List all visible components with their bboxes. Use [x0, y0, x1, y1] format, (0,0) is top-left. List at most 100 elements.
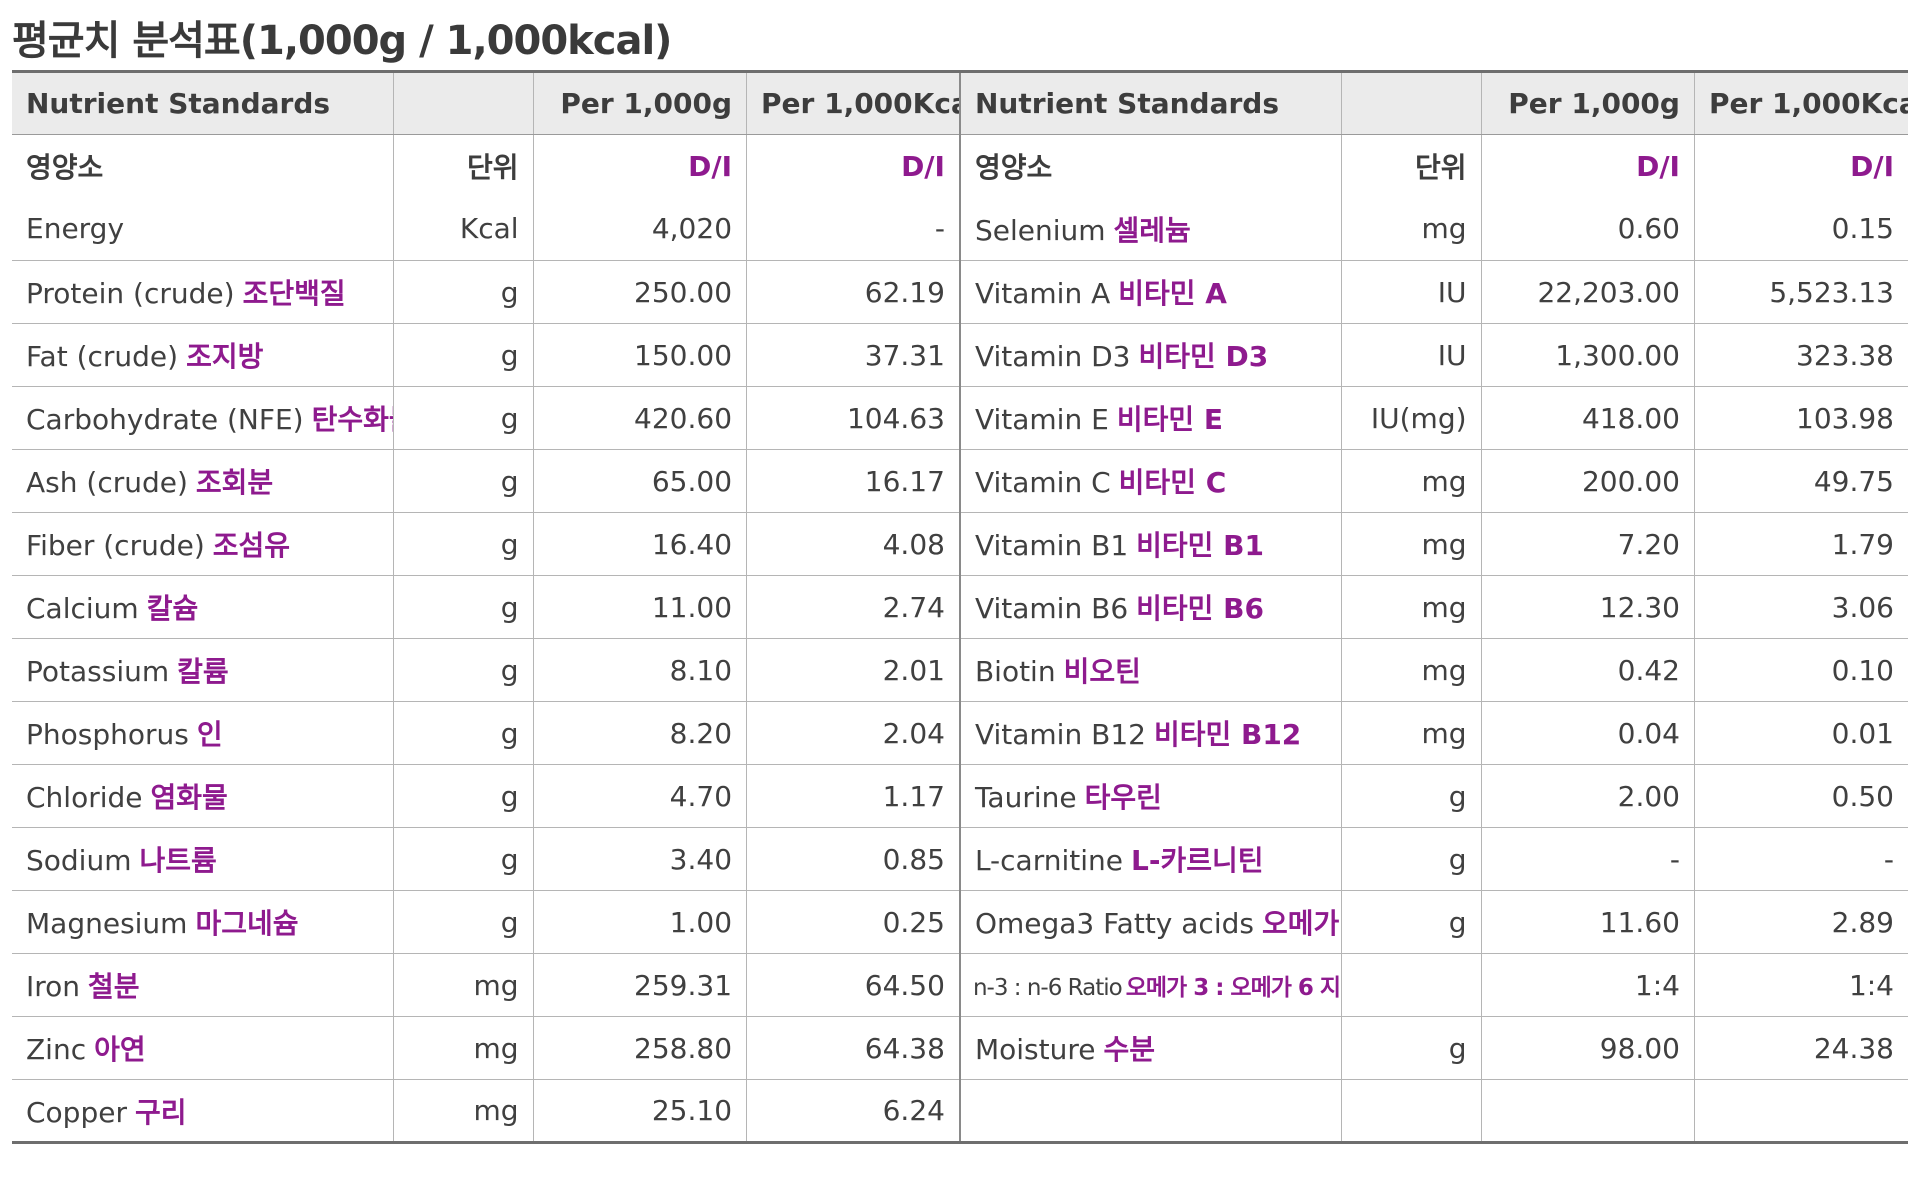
- left-unit-cell: g: [393, 890, 534, 954]
- nutrient-label-right: 영양소: [958, 134, 1342, 198]
- right-per-1000g-cell: 1:4: [1480, 953, 1695, 1017]
- standards-blank-right: [1341, 71, 1482, 135]
- table-row: Copper 구리 mg 25.10 6.24: [12, 1079, 1908, 1143]
- left-per-1000g-cell: 250.00: [532, 260, 747, 324]
- right-per-1000g-cell: 1,300.00: [1480, 323, 1695, 387]
- right-per-1000kcal-cell: 0.01: [1693, 701, 1908, 765]
- nutrient-name-ko: 인: [196, 718, 223, 751]
- nutrient-name-ko: 오메가3 지방산: [1261, 907, 1342, 940]
- left-per-1000g-cell: 1.00: [532, 890, 747, 954]
- left-unit-cell: g: [393, 449, 534, 513]
- right-per-1000kcal-cell: 103.98: [1693, 386, 1908, 450]
- nutrient-name-ko: L-카르니틴: [1131, 844, 1264, 877]
- nutrient-name-en: Vitamin B1: [974, 529, 1129, 562]
- nutrient-name-ko: 비타민 E: [1116, 403, 1223, 436]
- di-label-per-kcal-left: D/I: [746, 134, 960, 198]
- nutrient-name-en: Fiber (crude): [26, 529, 205, 562]
- nutrient-name-en: Sodium: [26, 844, 132, 877]
- right-unit-cell: g: [1341, 764, 1482, 828]
- right-nutrient-name-cell: Vitamin B6 비타민 B6: [958, 575, 1342, 639]
- right-per-1000kcal-cell: 49.75: [1693, 449, 1908, 513]
- left-unit-cell: g: [393, 827, 534, 891]
- left-unit-cell: g: [393, 764, 534, 828]
- page-title: 평균치 분석표(1,000g / 1,000kcal): [12, 18, 672, 64]
- nutrient-name-en: Omega3 Fatty acids: [974, 907, 1254, 940]
- right-unit-cell: g: [1341, 827, 1482, 891]
- left-unit-cell: g: [393, 512, 534, 576]
- right-per-1000g-cell: 0.60: [1480, 197, 1695, 261]
- nutrient-name-en: n-3 : n-6 Ratio: [972, 975, 1123, 1001]
- left-unit-cell: g: [393, 701, 534, 765]
- nutrient-name-en: Moisture: [974, 1033, 1096, 1066]
- right-unit-cell: g: [1341, 890, 1482, 954]
- right-unit-cell: g: [1341, 1016, 1482, 1080]
- table-row: Sodium 나트륨 g 3.40 0.85 L-carnitine L-카르니틴 g - -: [12, 827, 1908, 891]
- right-per-1000g-cell: 2.00: [1480, 764, 1695, 828]
- left-per-1000g-cell: 8.20: [532, 701, 747, 765]
- left-unit-cell: g: [393, 386, 534, 450]
- table-row: Fat (crude) 조지방 g 150.00 37.31 Vitamin D3 비타민 …: [12, 323, 1908, 387]
- unit-label-right: 단위: [1341, 134, 1482, 198]
- standards-label-right: Nutrient Standards: [958, 71, 1342, 135]
- right-nutrient-name-cell: Selenium 셀레늄: [958, 197, 1342, 261]
- left-unit-cell: g: [393, 260, 534, 324]
- right-nutrient-name-cell: Moisture 수분: [958, 1016, 1342, 1080]
- standards-blank-left: [393, 71, 534, 135]
- nutrient-name-en: Vitamin B6: [974, 592, 1129, 625]
- left-per-1000g-cell: 16.40: [532, 512, 747, 576]
- column-header-row: 영양소 단위 D/I D/I 영양소 단위 D/I D/I: [12, 134, 1908, 198]
- table-row: Magnesium 마그네슘 g 1.00 0.25 Omega3 Fatty acids…: [12, 890, 1908, 954]
- nutrient-name-en: Potassium: [26, 655, 170, 688]
- right-per-1000g-cell: 12.30: [1480, 575, 1695, 639]
- nutrient-name-en: Biotin: [974, 655, 1056, 688]
- left-nutrient-name-cell: Copper 구리: [12, 1080, 394, 1143]
- left-nutrient-name-cell: Iron 철분: [12, 953, 394, 1017]
- di-label-per-g-left: D/I: [532, 134, 747, 198]
- nutrient-name-ko: 조회분: [195, 466, 274, 499]
- per-1000kcal-label-right: Per 1,000Kcal: [1693, 71, 1908, 135]
- right-per-1000g-cell: 418.00: [1480, 386, 1695, 450]
- left-per-1000g-cell: 259.31: [532, 953, 747, 1017]
- right-per-1000g-cell: 98.00: [1480, 1016, 1695, 1080]
- right-per-1000kcal-cell: 5,523.13: [1693, 260, 1908, 324]
- right-per-1000kcal-cell: 1:4: [1693, 953, 1908, 1017]
- right-per-1000kcal-cell: -: [1693, 827, 1908, 891]
- left-per-1000kcal-cell: 2.04: [746, 701, 960, 765]
- right-per-1000kcal-cell: 3.06: [1693, 575, 1908, 639]
- right-per-1000g-cell: 200.00: [1480, 449, 1695, 513]
- nutrient-name-en: Phosphorus: [26, 718, 189, 751]
- nutrient-name-ko: 타우린: [1084, 781, 1162, 814]
- table-row: Calcium 칼슘 g 11.00 2.74 Vitamin B6 비타민 B6 mg 12.…: [12, 575, 1908, 639]
- left-unit-cell: g: [393, 323, 534, 387]
- nutrient-name-en: Calcium: [26, 592, 139, 625]
- nutrient-name-en: Taurine: [974, 781, 1077, 814]
- table-row: Potassium 칼륨 g 8.10 2.01 Biotin 비오틴 mg 0.42 0.10: [12, 638, 1908, 702]
- left-per-1000kcal-cell: 0.85: [746, 827, 960, 891]
- right-per-1000kcal-cell: 0.10: [1693, 638, 1908, 702]
- nutrient-name-ko: 비타민 C: [1118, 466, 1227, 499]
- nutrient-name-en: Carbohydrate (NFE): [26, 403, 304, 436]
- nutrient-name-en: Copper: [26, 1095, 127, 1129]
- left-per-1000kcal-cell: 64.38: [746, 1016, 960, 1080]
- left-nutrient-name-cell: Fat (crude) 조지방: [12, 323, 394, 387]
- table-row: Phosphorus 인 g 8.20 2.04 Vitamin B12 비타민 B12 mg…: [12, 701, 1908, 765]
- right-per-1000g-cell: 0.04: [1480, 701, 1695, 765]
- table-row: Fiber (crude) 조섬유 g 16.40 4.08 Vitamin B1 비타민 …: [12, 512, 1908, 576]
- left-nutrient-name-cell: Sodium 나트륨: [12, 827, 394, 891]
- right-nutrient-name-cell: Vitamin B12 비타민 B12: [958, 701, 1342, 765]
- left-unit-cell: mg: [393, 1079, 534, 1143]
- right-nutrient-name-cell: Taurine 타우린: [958, 764, 1342, 828]
- nutrient-name-en: Selenium: [974, 213, 1106, 247]
- right-per-1000kcal-cell: 0.50: [1693, 764, 1908, 828]
- left-nutrient-name-cell: Fiber (crude) 조섬유: [12, 512, 394, 576]
- standards-label-left: Nutrient Standards: [12, 71, 394, 135]
- left-per-1000kcal-cell: 6.24: [746, 1079, 960, 1143]
- left-per-1000kcal-cell: 62.19: [746, 260, 960, 324]
- di-label-per-kcal-right: D/I: [1693, 134, 1908, 198]
- nutrient-rows: Energy Kcal 4,020- Selenium 셀레늄 mg 0.60 0.15 Pro…: [12, 197, 1908, 1143]
- nutrient-name-ko: 염화물: [150, 781, 228, 814]
- nutrient-name-ko: 나트륨: [139, 844, 217, 877]
- left-nutrient-name-cell: Zinc 아연: [12, 1016, 394, 1080]
- right-per-1000g-cell: 22,203.00: [1480, 260, 1695, 324]
- nutrient-name-ko: 조단백질: [242, 277, 346, 310]
